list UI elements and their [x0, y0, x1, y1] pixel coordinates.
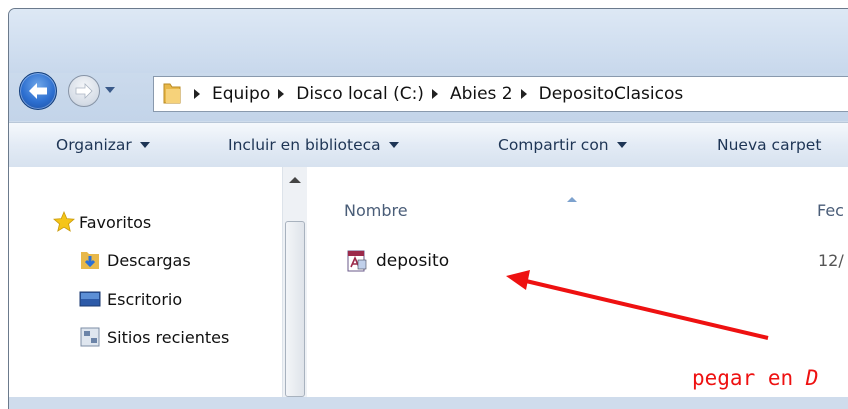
breadcrumb-label[interactable]: Equipo: [212, 84, 270, 104]
scrollbar-thumb[interactable]: [285, 221, 305, 397]
sidebar-item-downloads[interactable]: Descargas: [79, 246, 191, 274]
new-folder-button[interactable]: Nueva carpet: [717, 123, 821, 167]
file-date: 12/: [818, 251, 844, 270]
annotation-text-plain: pegar en: [692, 366, 806, 390]
access-db-file-icon: [347, 250, 367, 272]
column-header-name[interactable]: Nombre: [344, 201, 408, 220]
share-with-label: Compartir con: [498, 136, 609, 154]
file-list: Nombre Fec deposito 12/: [307, 167, 848, 397]
downloads-folder-icon: [81, 252, 99, 269]
new-folder-label: Nueva carpet: [717, 136, 822, 154]
address-bar[interactable]: Equipo Disco local (C:) Abies 2 Deposito…: [153, 76, 848, 112]
sidebar-item-label: Escritorio: [107, 289, 183, 309]
forward-button[interactable]: [68, 75, 100, 107]
breadcrumb-label[interactable]: Abies 2: [450, 84, 513, 104]
list-item[interactable]: deposito: [346, 247, 449, 275]
chevron-down-icon: [139, 142, 150, 148]
star-icon: [53, 211, 75, 232]
breadcrumb-label[interactable]: Disco local (C:): [296, 84, 424, 104]
command-bar: Organizar Incluir en biblioteca Comparti…: [9, 122, 848, 168]
include-in-library-button[interactable]: Incluir en biblioteca: [228, 123, 399, 167]
include-library-label: Incluir en biblioteca: [228, 136, 381, 154]
file-name: deposito: [376, 251, 450, 271]
recent-pages-dropdown-icon[interactable]: [104, 84, 116, 96]
organize-button[interactable]: Organizar: [56, 123, 150, 167]
breadcrumb-item[interactable]: Disco local (C:): [270, 84, 424, 104]
chevron-down-icon: [388, 142, 399, 148]
breadcrumb-item[interactable]: Abies 2: [424, 84, 513, 104]
sidebar-item-label: Descargas: [107, 250, 191, 270]
navigation-scrollbar[interactable]: [282, 167, 308, 397]
folder-icon: [163, 83, 181, 104]
navigation-pane: Favoritos Descargas Escritorio Sitios re…: [9, 167, 281, 397]
back-button[interactable]: [19, 72, 57, 110]
sidebar-item-recent-places[interactable]: Sitios recientes: [79, 323, 229, 351]
share-with-button[interactable]: Compartir con: [498, 123, 627, 167]
back-arrow-icon: [29, 83, 47, 99]
recent-places-icon: [80, 327, 100, 347]
column-header-date[interactable]: Fec: [817, 201, 844, 220]
sidebar-item-label: Favoritos: [79, 212, 152, 232]
scroll-up-arrow-icon[interactable]: [289, 177, 301, 183]
sidebar-item-label: Sitios recientes: [107, 327, 230, 347]
sidebar-item-favorites[interactable]: Favoritos: [53, 208, 151, 236]
annotation-text-italic: D: [805, 366, 819, 390]
breadcrumb-separator-icon[interactable]: [431, 89, 438, 99]
breadcrumb-item[interactable]: DepositoClasicos: [513, 84, 684, 104]
forward-arrow-icon: [75, 83, 93, 99]
breadcrumb-label[interactable]: DepositoClasicos: [539, 84, 684, 104]
breadcrumb: Equipo Disco local (C:) Abies 2 Deposito…: [190, 77, 683, 111]
organize-label: Organizar: [56, 136, 132, 154]
breadcrumb-item[interactable]: Equipo: [190, 84, 270, 104]
chevron-down-icon: [616, 142, 627, 148]
title-bar: [9, 9, 848, 73]
breadcrumb-separator-icon[interactable]: [278, 89, 285, 99]
content-area: Favoritos Descargas Escritorio Sitios re…: [9, 167, 848, 397]
breadcrumb-separator-icon[interactable]: [194, 89, 200, 99]
breadcrumb-separator-icon[interactable]: [520, 89, 527, 99]
annotation-text: pegar en D: [692, 366, 818, 390]
sort-ascending-icon: [567, 197, 577, 202]
sidebar-item-desktop[interactable]: Escritorio: [79, 285, 182, 313]
desktop-icon: [79, 291, 101, 307]
